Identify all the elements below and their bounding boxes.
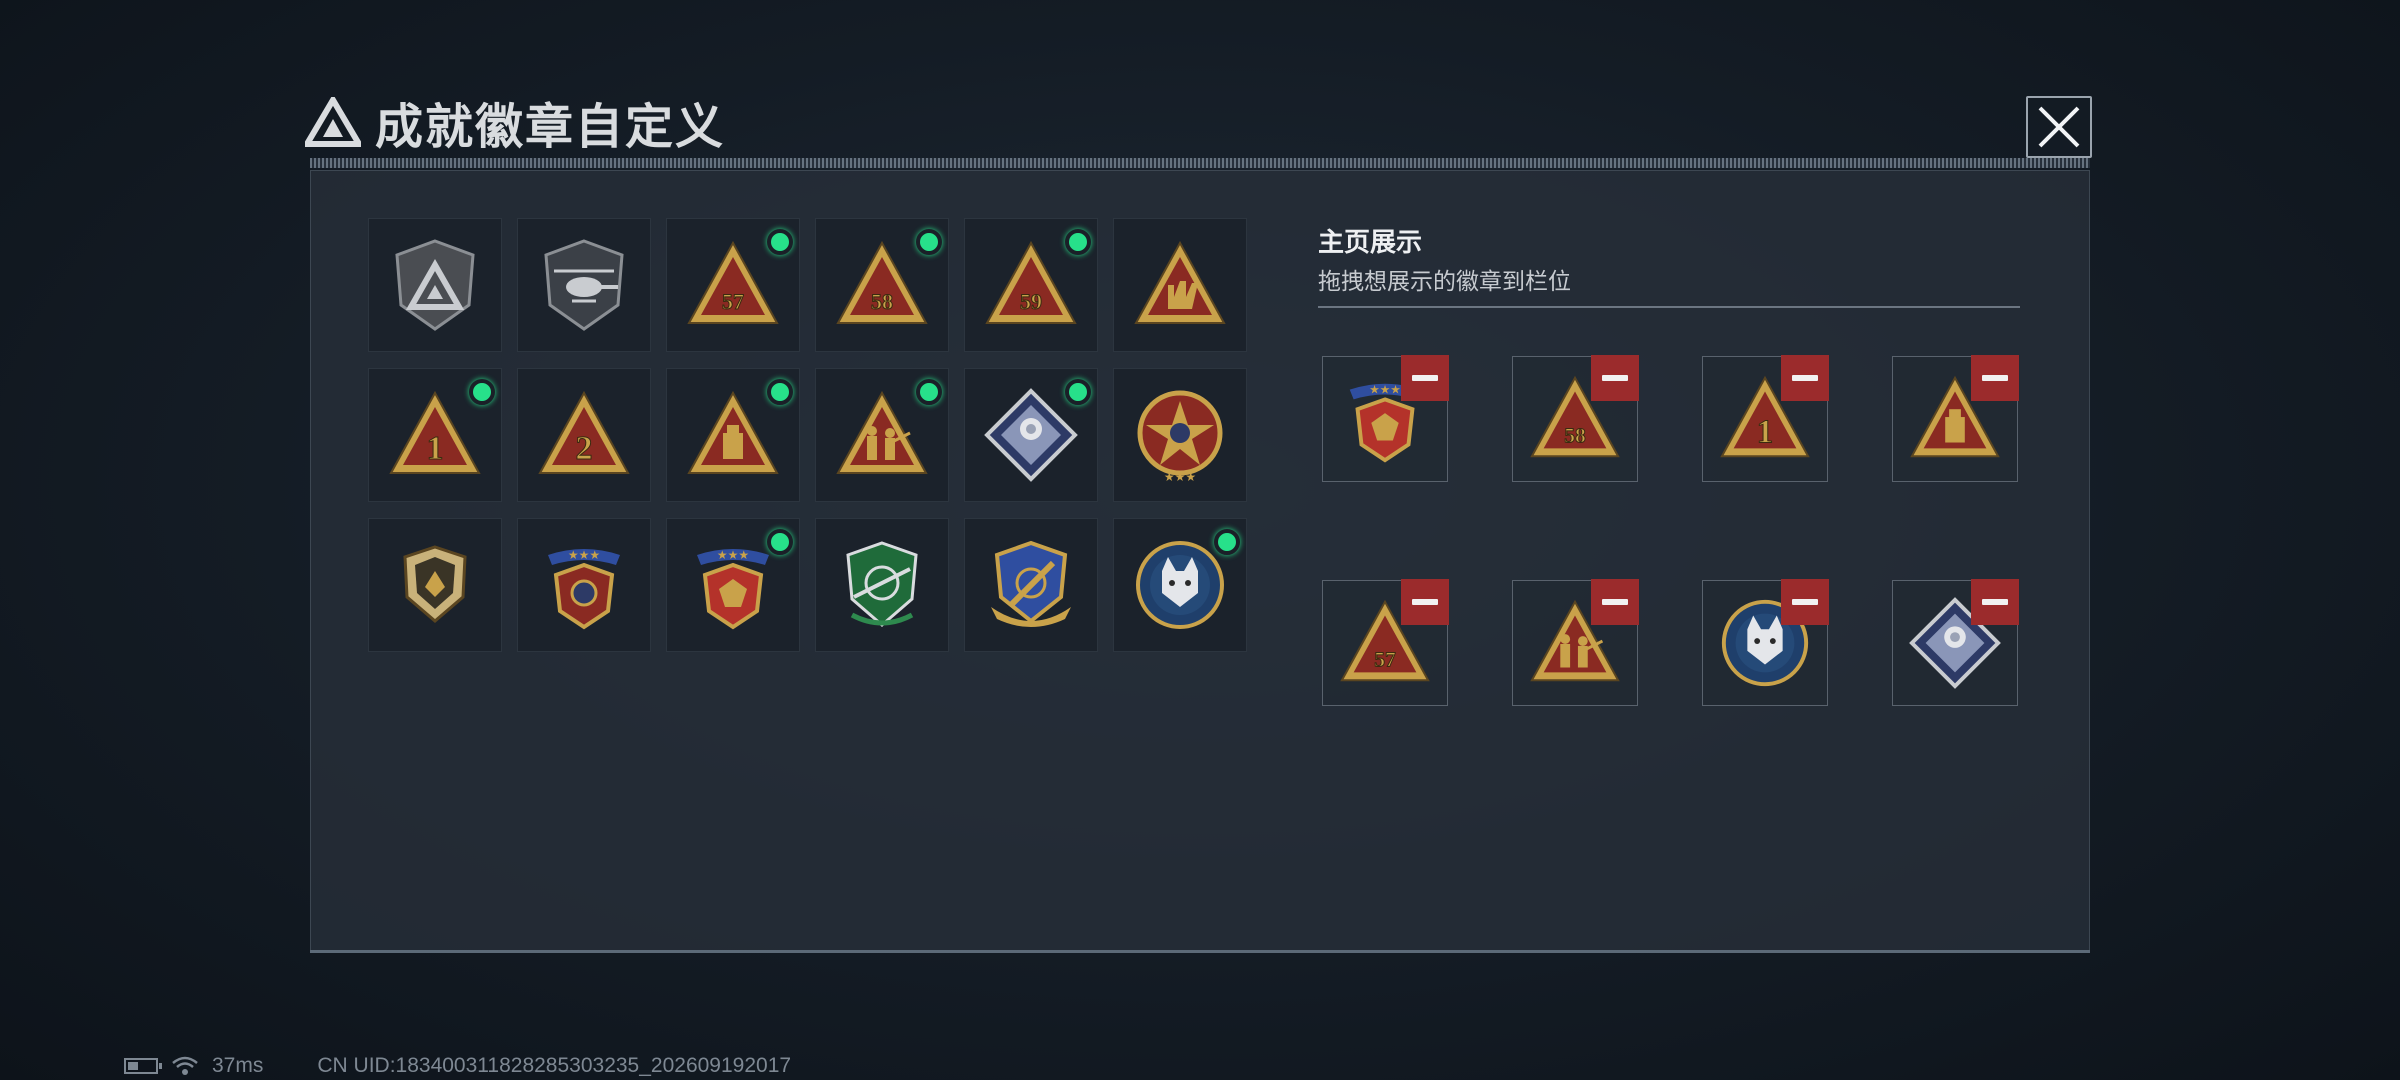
badge-cell[interactable] xyxy=(368,218,502,352)
svg-text:★★★: ★★★ xyxy=(717,548,749,562)
svg-text:★★★: ★★★ xyxy=(568,548,600,562)
remove-badge-button[interactable] xyxy=(1971,355,2019,401)
badge-cell[interactable] xyxy=(517,218,651,352)
minus-icon xyxy=(1792,375,1818,381)
badge-cell[interactable]: ★★★ xyxy=(517,518,651,652)
minus-icon xyxy=(1792,599,1818,605)
close-button[interactable] xyxy=(2026,96,2092,158)
uid-text: CN UID:1834003118282853032​35_2026091920… xyxy=(317,1054,792,1077)
ping-readout: 37ms xyxy=(212,1054,264,1077)
status-bar: 37ms CN UID:1834003118282853032​35_20260… xyxy=(124,1054,791,1078)
showcase-subtitle: 拖拽想展示的徽章到栏位 xyxy=(1318,268,1571,294)
svg-text:58: 58 xyxy=(871,289,893,314)
triangle-58-badge-icon: 58 xyxy=(836,240,928,324)
svg-text:1: 1 xyxy=(1757,414,1774,451)
triangle-57-badge-icon: 57 xyxy=(687,240,779,324)
new-indicator-dot xyxy=(1065,229,1091,255)
triangle-block-badge-icon xyxy=(687,390,779,474)
crest-stars-badge-icon: ★★★ xyxy=(548,548,620,630)
showcase-slot[interactable]: 57 xyxy=(1322,579,1449,706)
showcase-slot[interactable]: 58 xyxy=(1512,355,1639,482)
svg-text:58: 58 xyxy=(1564,424,1586,448)
showcase-slot[interactable] xyxy=(1702,579,1829,706)
badge-cell[interactable] xyxy=(1113,518,1247,652)
showcase-divider xyxy=(1318,306,2020,308)
star-round-badge-icon: ★★★ xyxy=(1137,390,1223,484)
svg-text:59: 59 xyxy=(1020,289,1042,314)
badge-grid: 57 58 59 1 2 ★★★ ★★★ ★★★ xyxy=(368,218,1247,652)
remove-badge-button[interactable] xyxy=(1591,579,1639,625)
panel-top-border xyxy=(310,158,2090,168)
triangle-2-badge-icon: 2 xyxy=(538,390,630,474)
svg-text:★★★: ★★★ xyxy=(1164,470,1196,484)
minus-icon xyxy=(1982,599,2008,605)
showcase-slot[interactable]: 1 xyxy=(1702,355,1829,482)
badge-cell[interactable] xyxy=(815,368,949,502)
minus-icon xyxy=(1982,375,2008,381)
badge-cell[interactable]: 59 xyxy=(964,218,1098,352)
remove-badge-button[interactable] xyxy=(1401,579,1449,625)
triangle-59-badge-icon: 59 xyxy=(985,240,1077,324)
badge-cell[interactable]: ★★★ xyxy=(1113,368,1247,502)
badge-cell[interactable] xyxy=(368,518,502,652)
new-indicator-dot xyxy=(1214,529,1240,555)
remove-badge-button[interactable] xyxy=(1781,579,1829,625)
new-indicator-dot xyxy=(469,379,495,405)
crest-gem-badge-icon: ★★★ xyxy=(697,548,769,630)
new-indicator-dot xyxy=(916,229,942,255)
minus-icon xyxy=(1412,599,1438,605)
svg-text:2: 2 xyxy=(576,430,593,467)
badge-cell[interactable] xyxy=(666,368,800,502)
delta-logo-icon xyxy=(305,97,361,147)
triangle-soldiers-badge-icon xyxy=(836,390,928,474)
helicopter-badge-icon xyxy=(544,239,624,331)
badge-cell[interactable]: 57 xyxy=(666,218,800,352)
svg-text:1: 1 xyxy=(427,430,444,467)
badge-cell[interactable] xyxy=(964,518,1098,652)
showcase-title: 主页展示 xyxy=(1318,227,1423,257)
showcase-slots: ★★★ 58 1 57 xyxy=(1322,355,2019,706)
badge-cell[interactable] xyxy=(1113,218,1247,352)
badge-cell[interactable]: 1 xyxy=(368,368,502,502)
showcase-slot[interactable] xyxy=(1892,355,2019,482)
badge-cell[interactable]: 58 xyxy=(815,218,949,352)
diamond-rose-badge-icon xyxy=(984,388,1078,482)
page-title: 成就徽章自定义 xyxy=(375,101,726,154)
shield-green-badge-icon xyxy=(846,541,918,627)
minus-icon xyxy=(1602,599,1628,605)
battery-icon xyxy=(124,1058,162,1074)
remove-badge-button[interactable] xyxy=(1971,579,2019,625)
emblem-shield-badge-icon xyxy=(395,239,475,331)
badge-cell[interactable] xyxy=(964,368,1098,502)
svg-text:57: 57 xyxy=(1374,648,1396,672)
triangle-hand-badge-icon xyxy=(1134,240,1226,324)
remove-badge-button[interactable] xyxy=(1591,355,1639,401)
close-icon xyxy=(2038,106,2080,148)
new-indicator-dot xyxy=(767,379,793,405)
new-indicator-dot xyxy=(916,379,942,405)
badge-cell[interactable] xyxy=(815,518,949,652)
showcase-slot[interactable] xyxy=(1892,579,2019,706)
minus-icon xyxy=(1602,375,1628,381)
showcase-slot[interactable] xyxy=(1512,579,1639,706)
title-bar: 成就徽章自定义 xyxy=(305,92,725,154)
panel-bottom-border xyxy=(310,950,2090,953)
remove-badge-button[interactable] xyxy=(1781,355,1829,401)
badge-cell[interactable]: 2 xyxy=(517,368,651,502)
remove-badge-button[interactable] xyxy=(1401,355,1449,401)
svg-text:★★★: ★★★ xyxy=(1369,384,1401,397)
wifi-icon xyxy=(172,1056,198,1075)
shield-sword-badge-icon xyxy=(991,540,1071,627)
new-indicator-dot xyxy=(1065,379,1091,405)
badge-cell[interactable]: ★★★ xyxy=(666,518,800,652)
showcase-slot[interactable]: ★★★ xyxy=(1322,355,1449,482)
new-indicator-dot xyxy=(767,229,793,255)
shield-small-badge-icon xyxy=(403,545,467,623)
triangle-1-badge-icon: 1 xyxy=(389,390,481,474)
round-lynx-badge-icon xyxy=(1136,541,1224,629)
new-indicator-dot xyxy=(767,529,793,555)
minus-icon xyxy=(1412,375,1438,381)
svg-text:57: 57 xyxy=(722,289,744,314)
